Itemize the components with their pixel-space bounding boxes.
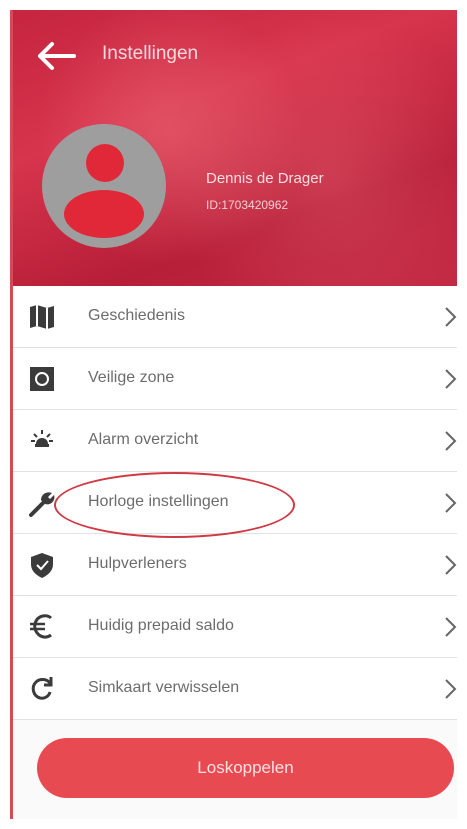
menu-label: Simkaart verwisselen <box>88 679 240 696</box>
map-icon <box>27 302 57 332</box>
unlink-button[interactable]: Loskoppelen <box>37 738 454 798</box>
menu-item-veilige-zone[interactable]: Veilige zone <box>13 348 467 410</box>
chevron-right-icon <box>443 616 457 638</box>
menu-label: Alarm overzicht <box>88 431 199 448</box>
frame-left <box>0 0 10 829</box>
menu-item-hulpverleners[interactable]: Hulpverleners <box>13 534 467 596</box>
frame-bottom <box>0 819 467 829</box>
menu-item-alarm-overzicht[interactable]: Alarm overzicht <box>13 410 467 472</box>
frame-right <box>457 0 467 829</box>
chevron-right-icon <box>443 492 457 514</box>
frame-top <box>0 0 467 10</box>
menu-label: Geschiedenis <box>88 307 185 324</box>
avatar-head <box>86 144 124 182</box>
menu-label: Huidig prepaid saldo <box>88 617 234 634</box>
shield-icon <box>27 550 57 580</box>
refresh-icon <box>27 674 57 704</box>
highlight-ellipse <box>54 472 295 538</box>
chevron-right-icon <box>443 368 457 390</box>
euro-icon <box>27 612 57 642</box>
app-screen: Instellingen Dennis de Drager ID:1703420… <box>0 0 467 829</box>
safe-zone-icon <box>27 364 57 394</box>
avatar-body <box>64 190 144 238</box>
back-button[interactable] <box>34 38 78 74</box>
alarm-icon <box>27 426 57 456</box>
menu-item-simkaart-verwisselen[interactable]: Simkaart verwisselen <box>13 658 467 720</box>
profile-header: Instellingen Dennis de Drager ID:1703420… <box>10 10 467 286</box>
chevron-right-icon <box>443 430 457 452</box>
user-name: Dennis de Drager <box>206 170 324 187</box>
chevron-right-icon <box>443 678 457 700</box>
menu-item-geschiedenis[interactable]: Geschiedenis <box>13 286 467 348</box>
menu-label: Hulpverleners <box>88 555 187 572</box>
user-id: ID:1703420962 <box>206 198 289 212</box>
left-accent-border <box>10 10 13 819</box>
back-arrow-icon <box>38 42 76 70</box>
avatar <box>42 124 166 248</box>
chevron-right-icon <box>443 306 457 328</box>
page-title: Instellingen <box>102 43 199 64</box>
menu-label: Veilige zone <box>88 369 175 386</box>
chevron-right-icon <box>443 554 457 576</box>
wrench-icon <box>27 488 57 518</box>
menu-item-huidig-prepaid-saldo[interactable]: Huidig prepaid saldo <box>13 596 467 658</box>
